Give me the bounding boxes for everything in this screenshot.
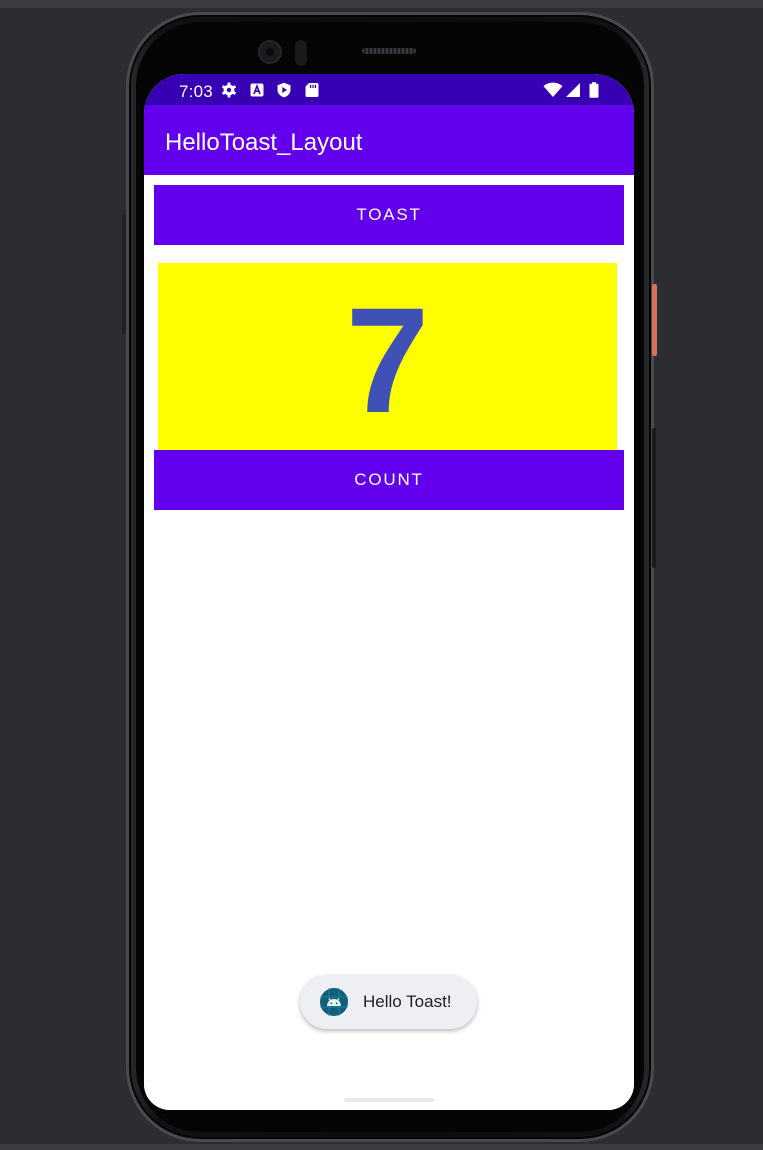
battery-icon: [589, 82, 599, 98]
sd-card-icon: [305, 83, 319, 97]
toast-popup: Hello Toast!: [300, 975, 477, 1029]
app-bar: HelloToast_Layout: [144, 105, 634, 175]
app-title: HelloToast_Layout: [165, 129, 363, 156]
status-time: 7:03: [179, 82, 213, 101]
status-bar: 7:03: [144, 74, 634, 105]
wifi-icon: [543, 82, 563, 97]
a-icon: [250, 83, 264, 97]
proximity-sensor: [295, 40, 307, 66]
power-button[interactable]: [652, 284, 657, 356]
window-bottom-strip: [0, 1144, 763, 1150]
shield-play-icon: [277, 82, 291, 98]
count-button[interactable]: COUNT: [154, 450, 624, 510]
gesture-nav-handle[interactable]: [344, 1098, 434, 1102]
volume-button[interactable]: [652, 428, 656, 568]
toast-button[interactable]: TOAST: [154, 185, 624, 245]
signal-icon: [566, 83, 580, 97]
toast-text: Hello Toast!: [363, 992, 452, 1011]
main-content: TOAST 7 COUNT Hello Toast!: [144, 175, 634, 1110]
android-icon: [320, 988, 348, 1016]
front-camera: [258, 40, 282, 64]
gear-icon: [222, 82, 236, 98]
earpiece-speaker: [362, 48, 416, 54]
phone-screen: 7:03 HelloToast_Layout TOAST 7 COUNT Hel…: [144, 74, 634, 1110]
emulator-window: 7:03 HelloToast_Layout TOAST 7 COUNT Hel…: [0, 0, 763, 1150]
window-top-strip: [0, 0, 763, 8]
count-display: 7: [158, 263, 617, 450]
count-value: 7: [345, 275, 430, 444]
